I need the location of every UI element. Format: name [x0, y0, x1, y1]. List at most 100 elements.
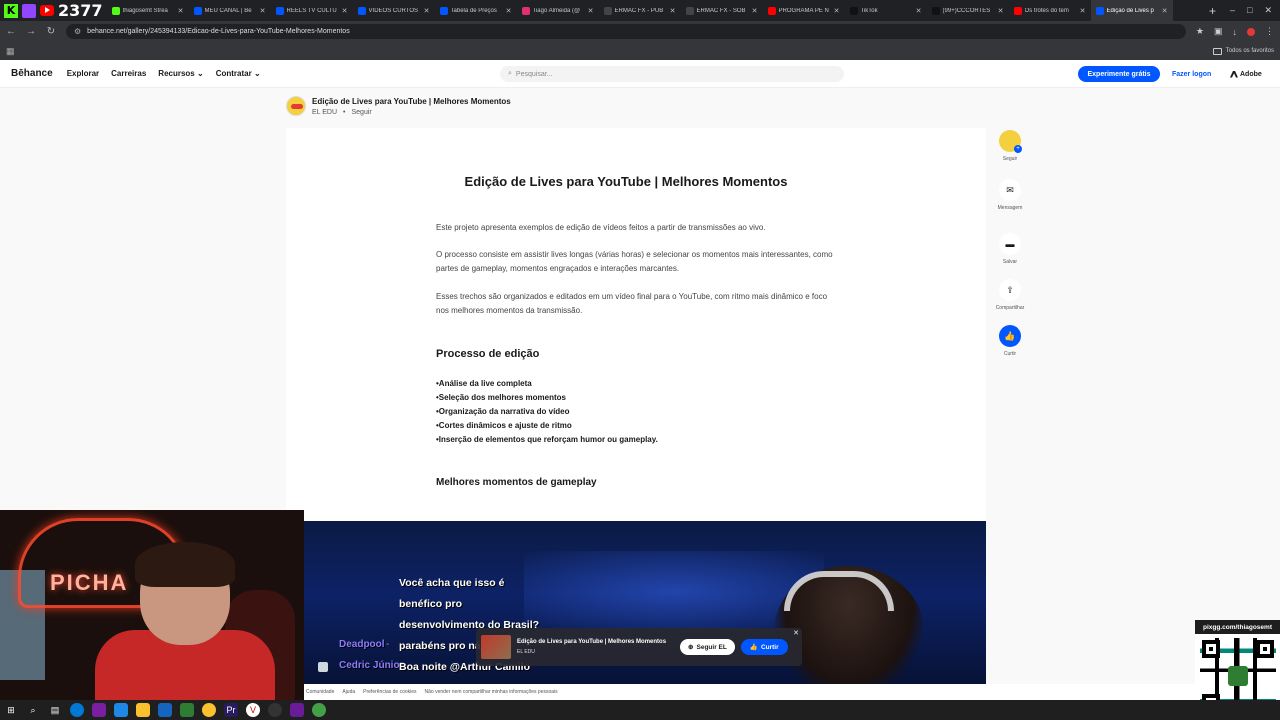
behance-logo[interactable]: Bēhance	[11, 68, 53, 79]
footer-link[interactable]: Não vender nem compartilhar minhas infor…	[425, 689, 558, 695]
edge-icon[interactable]	[70, 703, 84, 717]
grid-app-icon[interactable]	[290, 703, 304, 717]
project-title: Edição de Lives para YouTube | Melhores …	[312, 96, 511, 106]
nav-contratar[interactable]: Contratar ⌄	[216, 69, 261, 78]
back-icon[interactable]: ←	[6, 26, 16, 37]
login-button[interactable]: Fazer logon	[1172, 66, 1211, 82]
footer-link[interactable]: Comunidade	[306, 689, 334, 695]
nav-carreiras[interactable]: Carreiras	[111, 69, 146, 78]
tab-title: ERMAC FX - SOB	[696, 7, 746, 14]
rail-follow[interactable]: + Seguir	[996, 130, 1024, 162]
tab-close-icon[interactable]: ✕	[342, 7, 348, 15]
file-explorer-icon[interactable]	[136, 703, 150, 717]
apps-icon[interactable]: ▦	[6, 46, 15, 57]
task-view-icon[interactable]: ▤	[48, 703, 62, 717]
browser-tab[interactable]: PROGRAMA PÉ N ✕	[763, 0, 845, 21]
kick-icon: K	[4, 3, 18, 18]
rail-share[interactable]: ⇪ Compartilhar	[996, 279, 1024, 311]
browser-tab[interactable]: REELS TV CULTU ✕	[271, 0, 353, 21]
qr-logo	[1227, 666, 1248, 686]
browser-tab[interactable]: VIDEOS CURTOS ✕	[353, 0, 435, 21]
chrome-icon[interactable]	[202, 703, 216, 717]
vivaldi-icon[interactable]: V	[246, 703, 260, 717]
tab-close-icon[interactable]: ✕	[916, 7, 922, 15]
tab-close-icon[interactable]: ✕	[260, 7, 266, 15]
rail-like[interactable]: 👍 Curtir	[996, 325, 1024, 357]
search-input[interactable]: ⌕ Pesquisar...	[500, 66, 844, 82]
bookmark-star-icon[interactable]: ★	[1196, 26, 1204, 37]
follow-button-label: Seguir EL	[696, 643, 727, 651]
streamer-hair	[135, 542, 235, 587]
floatbar-owner[interactable]: EL EDU	[517, 649, 666, 655]
owner-avatar[interactable]	[286, 96, 306, 116]
site-info-icon[interactable]: ⚙	[74, 27, 81, 36]
all-bookmarks[interactable]: Todos os favoritos	[1212, 47, 1274, 55]
url-field[interactable]: ⚙ behance.net/gallery/245394133/Edicao-d…	[66, 24, 1186, 39]
rail-save[interactable]: ▬ Salvar	[996, 233, 1024, 265]
browser-tab[interactable]: MEU CANAL | Be ✕	[189, 0, 271, 21]
browser-tab[interactable]: ERMAC FX - SOB ✕	[681, 0, 763, 21]
window-controls: – □ ✕	[1222, 5, 1280, 16]
extensions-icon[interactable]: ▣	[1214, 26, 1223, 37]
new-tab-icon[interactable]: +	[1203, 4, 1222, 18]
windows-start-icon[interactable]: ⊞	[4, 703, 18, 717]
reload-icon[interactable]: ↻	[46, 26, 56, 37]
rail-share-label: Compartilhar	[995, 305, 1025, 311]
forward-icon[interactable]: →	[26, 26, 36, 37]
list-item: •Organização da narrativa do vídeo	[436, 407, 570, 416]
plus-icon: +	[1014, 145, 1022, 153]
video-caption: Você acha que isso é	[399, 577, 505, 589]
owner-name[interactable]: EL EDU	[312, 109, 337, 116]
photos-icon[interactable]	[114, 703, 128, 717]
downloads-icon[interactable]: ↓	[1233, 27, 1238, 37]
folder-save-icon: ▬	[999, 233, 1021, 255]
stream-overlay: K 2377	[0, 0, 107, 21]
tab-close-icon[interactable]: ✕	[506, 7, 512, 15]
bookmarks-bar: ▦ Todos os favoritos	[0, 42, 1280, 60]
project-thumbnail[interactable]	[481, 635, 511, 659]
tab-title: VIDEOS CURTOS	[368, 7, 418, 14]
browser-tab[interactable]: (99+)CCCORTES ✕	[927, 0, 1009, 21]
chrome-profile-icon[interactable]	[312, 703, 326, 717]
browser-tab[interactable]: thiagosemt Strea ✕	[107, 0, 189, 21]
tab-close-icon[interactable]: ✕	[1162, 7, 1168, 15]
browser-tab[interactable]: Tabela de Preços ✕	[435, 0, 517, 21]
close-icon[interactable]: ✕	[793, 629, 799, 637]
app-icon[interactable]	[92, 703, 106, 717]
tab-title: TikTok	[860, 7, 878, 14]
search-icon[interactable]: ⌕	[26, 703, 40, 717]
menu-icon[interactable]: ⋮	[1265, 26, 1274, 37]
maximize-icon[interactable]: □	[1247, 5, 1252, 16]
mail-icon[interactable]	[158, 703, 172, 717]
list-item: •Análise da live completa	[436, 379, 532, 388]
tab-close-icon[interactable]: ✕	[834, 7, 840, 15]
footer-link[interactable]: Preferências de cookies	[363, 689, 416, 695]
profile-icon[interactable]	[1247, 27, 1255, 36]
follow-link[interactable]: Seguir	[351, 109, 371, 116]
browser-tab[interactable]: Edição de Lives p ✕	[1090, 0, 1173, 21]
rail-message[interactable]: ✉ Mensagem	[996, 179, 1024, 211]
browser-tab[interactable]: Tiago Almeida (@ ✕	[517, 0, 599, 21]
tab-close-icon[interactable]: ✕	[998, 7, 1004, 15]
nav-recursos[interactable]: Recursos ⌄	[158, 69, 203, 78]
tab-close-icon[interactable]: ✕	[1080, 7, 1086, 15]
tab-close-icon[interactable]: ✕	[752, 7, 758, 15]
browser-tab[interactable]: TikTok ✕	[845, 0, 927, 21]
obs-icon[interactable]	[268, 703, 282, 717]
whatsapp-icon[interactable]	[180, 703, 194, 717]
browser-tab[interactable]: Os trotes do tem ✕	[1009, 0, 1091, 21]
tab-close-icon[interactable]: ✕	[424, 7, 430, 15]
follow-button[interactable]: ⊕ Seguir EL	[680, 639, 735, 655]
premiere-icon[interactable]: Pr	[224, 703, 238, 717]
nav-explorar[interactable]: Explorar	[67, 69, 99, 78]
adobe-link[interactable]: Adobe	[1230, 66, 1262, 82]
footer-link[interactable]: Ajuda	[342, 689, 355, 695]
tab-close-icon[interactable]: ✕	[588, 7, 594, 15]
minimize-icon[interactable]: –	[1230, 5, 1235, 16]
free-trial-button[interactable]: Experimente grátis	[1078, 66, 1160, 82]
tab-close-icon[interactable]: ✕	[178, 7, 184, 15]
browser-tab[interactable]: ERMAC FX - PUB ✕	[599, 0, 681, 21]
like-button[interactable]: 👍 Curtir	[740, 639, 788, 655]
tab-close-icon[interactable]: ✕	[670, 7, 676, 15]
close-window-icon[interactable]: ✕	[1264, 5, 1272, 16]
